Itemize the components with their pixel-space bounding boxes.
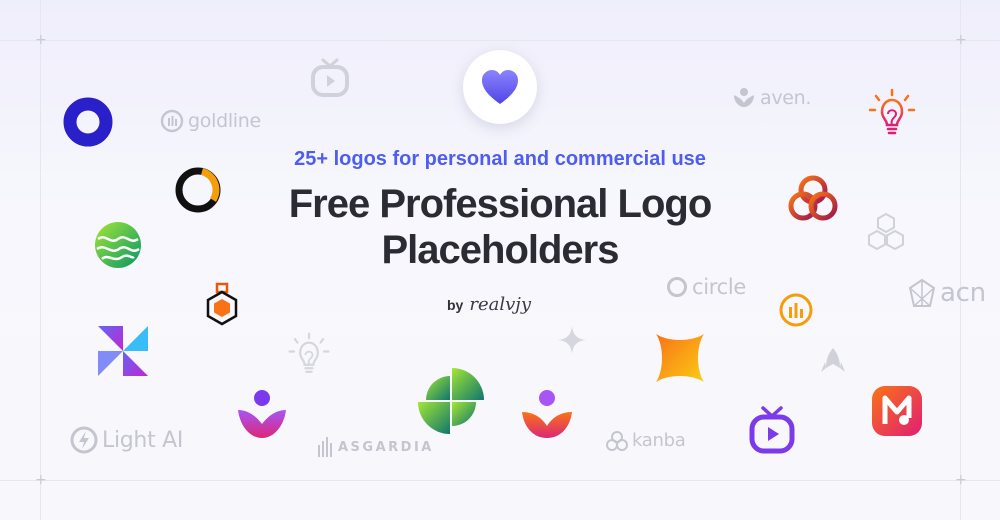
circle-mark-icon — [667, 277, 687, 297]
lotus-person-logo-icon — [522, 390, 572, 438]
aven-wordmark: aven. — [760, 87, 812, 109]
kanba-logo: kanba — [606, 430, 686, 451]
asgardia-logo: ASGARDIA — [318, 437, 434, 457]
asgardia-mark-icon — [318, 437, 332, 457]
goldline-logo: goldline — [160, 109, 261, 133]
light-ai-wordmark: Light AI — [102, 427, 184, 453]
hexagon-cluster-icon — [868, 212, 904, 251]
acme-mark-icon — [908, 278, 936, 307]
clover-logo-icon — [418, 368, 484, 434]
byline: by realvjy — [447, 294, 531, 315]
lightbulb-outline-icon — [288, 332, 330, 373]
tv-play-outline-icon — [311, 58, 349, 97]
tv-play-logo-icon — [749, 406, 795, 454]
byline-by: by — [447, 296, 464, 313]
hero-section: 25+ logos for personal and commercial us… — [200, 148, 800, 273]
heart-icon — [482, 70, 518, 104]
guide-line-top — [0, 40, 1000, 41]
author-signature: realvjy — [469, 294, 532, 315]
ring-logo-icon — [63, 97, 113, 147]
kanba-wordmark: kanba — [632, 430, 686, 451]
circle-logo: circle — [666, 275, 746, 299]
kanba-mark-icon — [606, 430, 628, 451]
goldline-wordmark: goldline — [188, 110, 261, 132]
aven-mark-icon — [734, 88, 754, 107]
plus-mark-icon: + — [955, 32, 967, 48]
gradient-star-logo-icon — [656, 334, 704, 382]
light-ai-mark-icon — [70, 426, 98, 454]
heart-badge — [463, 50, 537, 124]
hero-subtitle: 25+ logos for personal and commercial us… — [294, 148, 706, 170]
wave-globe-logo-icon — [95, 222, 141, 268]
rocket-icon — [821, 348, 845, 372]
asgardia-wordmark: ASGARDIA — [338, 439, 434, 455]
guide-line-left — [40, 0, 41, 520]
sparkle-icon — [558, 326, 586, 354]
music-m-logo-icon — [872, 386, 922, 436]
light-ai-logo: Light AI — [70, 426, 183, 454]
chart-circle-logo-icon — [779, 293, 813, 327]
plus-mark-icon: + — [955, 472, 967, 488]
plus-mark-icon: + — [35, 32, 47, 48]
hero-title-line-2: Placeholders — [381, 228, 619, 272]
aven-logo: aven. — [732, 87, 811, 109]
pinwheel-logo-icon — [98, 326, 148, 376]
circle-wordmark: circle — [692, 275, 747, 299]
plus-mark-icon: + — [35, 472, 47, 488]
hero-title-line-1: Free Professional Logo — [288, 182, 713, 226]
acme-logo: acn — [908, 278, 986, 308]
hex-flask-logo-icon — [206, 282, 238, 326]
goldline-mark-icon — [160, 109, 184, 133]
guide-line-bottom — [0, 480, 1000, 481]
person-community-logo-icon — [238, 390, 286, 438]
guide-line-right — [960, 0, 961, 520]
acme-wordmark: acn — [940, 278, 986, 308]
lightbulb-idea-icon — [868, 88, 916, 135]
